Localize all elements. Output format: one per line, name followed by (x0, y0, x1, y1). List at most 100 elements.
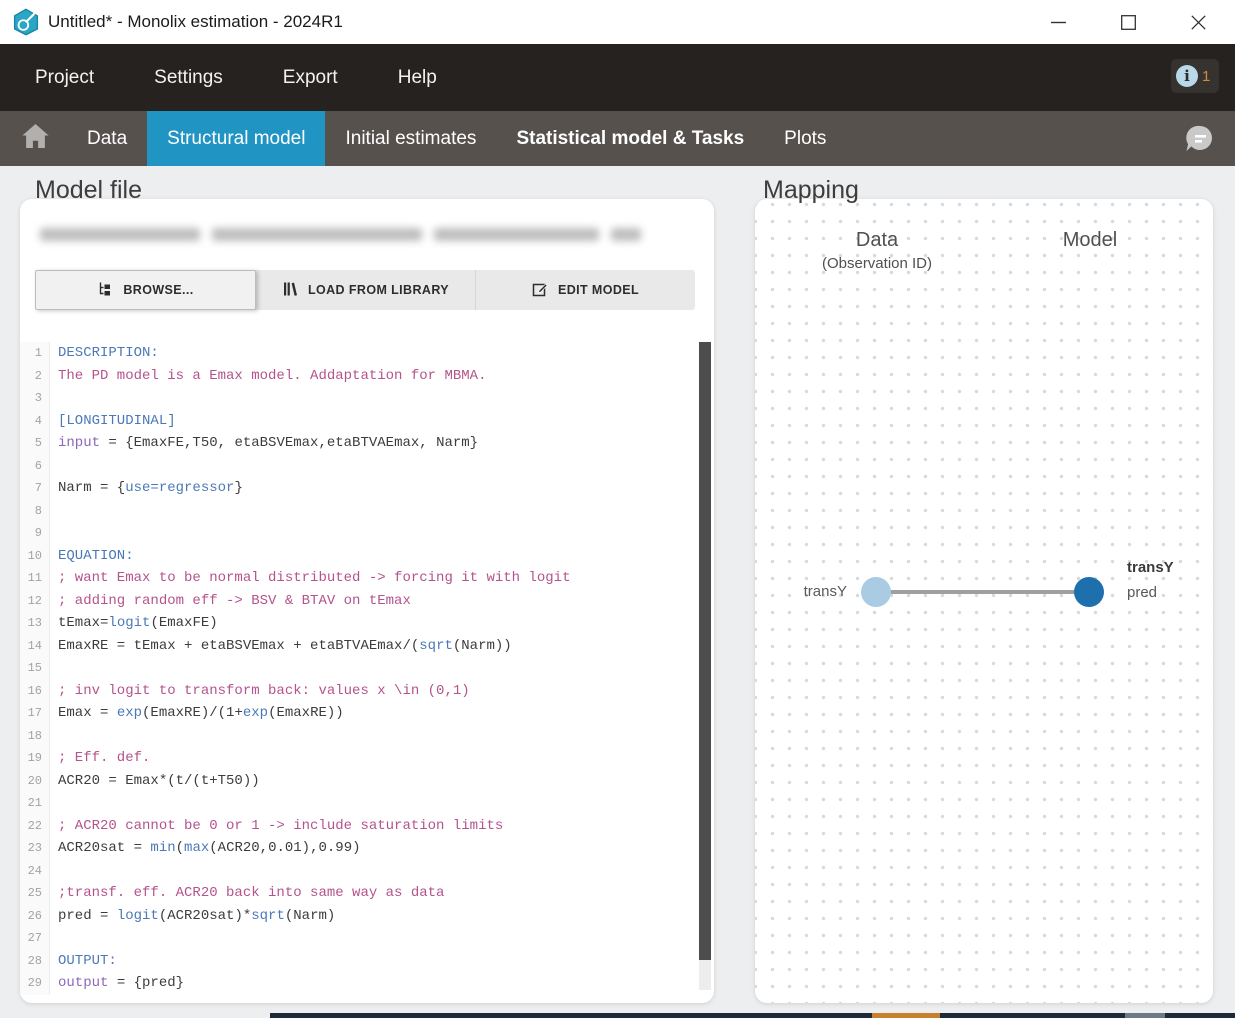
model-file-title: Model file (35, 176, 142, 205)
code-line: 9 (20, 522, 714, 545)
code-line: 18 (20, 725, 714, 748)
edit-model-label: EDIT MODEL (558, 283, 639, 297)
code-line: 4[LONGITUDINAL] (20, 410, 714, 433)
line-number: 27 (20, 927, 50, 950)
monolix-logo-icon (12, 8, 40, 36)
mapping-model-output: pred (1127, 584, 1157, 601)
code-line: 2The PD model is a Emax model. Addaptati… (20, 365, 714, 388)
mapping-model-name: transY (1127, 559, 1174, 576)
code-line: 1DESCRIPTION: (20, 342, 714, 365)
code-line: 3 (20, 387, 714, 410)
line-number: 3 (20, 387, 50, 410)
browse-tree-icon (97, 281, 113, 300)
line-number: 26 (20, 905, 50, 928)
minimize-button[interactable] (1043, 8, 1073, 36)
model-file-path-blurred[interactable] (40, 219, 693, 249)
line-number: 11 (20, 567, 50, 590)
model-file-panel: BROWSE... LOAD FROM LIBRARY (20, 199, 714, 1003)
code-line: 10EQUATION: (20, 545, 714, 568)
load-from-library-button[interactable]: LOAD FROM LIBRARY (256, 270, 475, 310)
line-number: 1 (20, 342, 50, 365)
code-line: 28OUTPUT: (20, 950, 714, 973)
line-number: 23 (20, 837, 50, 860)
code-line: 5input = {EmaxFE,T50, etaBSVEmax,etaBTVA… (20, 432, 714, 455)
notifications-badge[interactable]: i 1 (1171, 59, 1219, 93)
menu-settings[interactable]: Settings (154, 67, 223, 89)
line-number: 22 (20, 815, 50, 838)
notification-count: 1 (1202, 68, 1210, 85)
menu-bar: Project Settings Export Help i 1 (0, 44, 1235, 111)
tab-data[interactable]: Data (67, 111, 147, 166)
mapping-column-data: Data (755, 229, 999, 252)
maximize-button[interactable] (1113, 8, 1143, 36)
mapping-panel: Data (Observation ID) Model transY trans… (755, 199, 1213, 1003)
code-line: 23ACR20sat = min(max(ACR20,0.01),0.99) (20, 837, 714, 860)
editor-scrollbar (699, 342, 711, 990)
line-number: 8 (20, 500, 50, 523)
line-number: 12 (20, 590, 50, 613)
library-books-icon (282, 281, 298, 300)
code-line: 21 (20, 792, 714, 815)
code-line: 13tEmax=logit(EmaxFE) (20, 612, 714, 635)
taskbar-sliver-gray (1125, 1013, 1165, 1018)
mapping-title: Mapping (763, 176, 859, 205)
mapping-connector-line (876, 590, 1089, 594)
tab-home[interactable] (0, 111, 67, 166)
window-titlebar: Untitled* - Monolix estimation - 2024R1 (0, 0, 1235, 44)
edit-pencil-icon (532, 281, 548, 300)
line-number: 18 (20, 725, 50, 748)
tab-statistical-model-tasks[interactable]: Statistical model & Tasks (496, 111, 764, 166)
line-number: 15 (20, 657, 50, 680)
code-line: 19; Eff. def. (20, 747, 714, 770)
home-icon (22, 124, 49, 154)
line-number: 9 (20, 522, 50, 545)
close-button[interactable] (1183, 8, 1213, 36)
code-line: 11; want Emax to be normal distributed -… (20, 567, 714, 590)
code-line: 29output = {pred} (20, 972, 714, 995)
mapping-column-model: Model (988, 229, 1192, 252)
line-number: 4 (20, 410, 50, 433)
code-line: 20ACR20 = Emax*(t/(t+T50)) (20, 770, 714, 793)
window-title: Untitled* - Monolix estimation - 2024R1 (48, 0, 343, 44)
code-line: 14EmaxRE = tEmax + etaBSVEmax + etaBTVAE… (20, 635, 714, 658)
line-number: 13 (20, 612, 50, 635)
edit-model-button[interactable]: EDIT MODEL (475, 270, 695, 310)
code-line: 6 (20, 455, 714, 478)
code-line: 24 (20, 860, 714, 883)
line-number: 28 (20, 950, 50, 973)
line-number: 29 (20, 972, 50, 995)
code-line: 16; inv logit to transform back: values … (20, 680, 714, 703)
line-number: 20 (20, 770, 50, 793)
mapping-model-dot[interactable] (1074, 577, 1104, 607)
editor-scrollbar-thumb[interactable] (699, 342, 711, 960)
code-line: 8 (20, 500, 714, 523)
mapping-data-label: transY (783, 583, 847, 600)
code-line: 27 (20, 927, 714, 950)
menu-help[interactable]: Help (398, 67, 437, 89)
feedback-chat-icon[interactable] (1183, 123, 1215, 155)
menu-export[interactable]: Export (283, 67, 338, 89)
browse-button[interactable]: BROWSE... (35, 270, 256, 310)
code-line: 15 (20, 657, 714, 680)
tab-initial-estimates[interactable]: Initial estimates (325, 111, 496, 166)
main-tab-bar: Data Structural model Initial estimates … (0, 111, 1235, 166)
monolix-window: Untitled* - Monolix estimation - 2024R1 … (0, 0, 1235, 1018)
line-number: 7 (20, 477, 50, 500)
tab-plots[interactable]: Plots (764, 111, 846, 166)
line-number: 17 (20, 702, 50, 725)
tab-structural-model[interactable]: Structural model (147, 111, 325, 166)
line-number: 14 (20, 635, 50, 658)
mapping-data-dot[interactable] (861, 577, 891, 607)
line-number: 6 (20, 455, 50, 478)
browse-button-label: BROWSE... (123, 283, 193, 297)
code-line: 22; ACR20 cannot be 0 or 1 -> include sa… (20, 815, 714, 838)
model-code-editor[interactable]: 1DESCRIPTION:2The PD model is a Emax mod… (20, 342, 714, 997)
menu-project[interactable]: Project (35, 67, 94, 89)
line-number: 2 (20, 365, 50, 388)
code-line: 12; adding random eff -> BSV & BTAV on t… (20, 590, 714, 613)
taskbar-sliver-orange (872, 1013, 940, 1018)
code-line: 26pred = logit(ACR20sat)*sqrt(Narm) (20, 905, 714, 928)
line-number: 25 (20, 882, 50, 905)
line-number: 16 (20, 680, 50, 703)
code-line: 17Emax = exp(EmaxRE)/(1+exp(EmaxRE)) (20, 702, 714, 725)
